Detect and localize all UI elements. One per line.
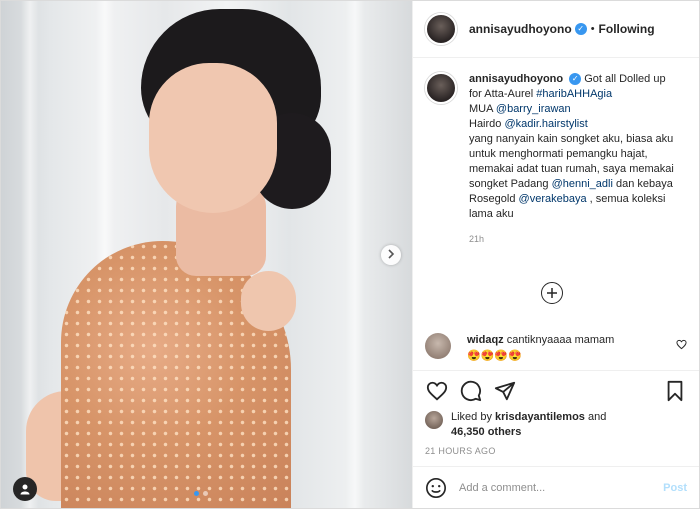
heart-icon bbox=[426, 381, 448, 400]
post-modal: annisayudhoyono ✓ • Following annisayudh… bbox=[0, 0, 700, 509]
post-header: annisayudhoyono ✓ • Following bbox=[413, 1, 699, 58]
following-button[interactable]: Following bbox=[599, 22, 655, 36]
verified-badge-icon: ✓ bbox=[569, 73, 582, 86]
mention-link[interactable]: @barry_irawan bbox=[496, 103, 571, 115]
user-tag-button[interactable] bbox=[13, 477, 37, 501]
post-comment-button[interactable]: Post bbox=[663, 482, 687, 494]
paper-plane-icon bbox=[494, 381, 516, 400]
next-photo-button[interactable] bbox=[381, 245, 401, 265]
emoji-button[interactable] bbox=[425, 477, 447, 499]
chevron-right-icon bbox=[388, 249, 395, 259]
post-timestamp: 21 HOURS AGO bbox=[425, 446, 496, 456]
save-button[interactable] bbox=[663, 379, 687, 403]
mention-link[interactable]: @henni_adli bbox=[552, 178, 613, 190]
header-username[interactable]: annisayudhoyono bbox=[469, 22, 572, 36]
likes-count[interactable]: 46,350 others bbox=[451, 426, 521, 438]
liker-username[interactable]: krisdayantilemos bbox=[495, 411, 585, 423]
add-comment-input[interactable] bbox=[459, 481, 664, 494]
comment-item: widaqz cantiknyaaaa mamam 😍😍😍😍 bbox=[425, 333, 687, 363]
commenter-avatar[interactable] bbox=[425, 333, 451, 359]
post-photo[interactable] bbox=[1, 1, 412, 508]
mention-link[interactable]: @verakebaya bbox=[519, 193, 587, 205]
caption-time: 21h bbox=[469, 234, 485, 244]
photo-face bbox=[149, 63, 277, 213]
avatar[interactable] bbox=[425, 13, 457, 45]
add-comment-bar: Post bbox=[413, 466, 699, 508]
mention-link[interactable]: @kadir.hairstylist bbox=[504, 118, 587, 130]
comments-area: annisayudhoyono ✓ Got all Dolled up for … bbox=[413, 58, 699, 370]
caption-avatar[interactable] bbox=[425, 72, 457, 104]
smiley-icon bbox=[426, 477, 446, 498]
comment-text: cantiknyaaaa mamam bbox=[506, 334, 615, 346]
carousel-dot bbox=[194, 491, 199, 496]
carousel-dot bbox=[203, 491, 208, 496]
plus-circle-icon bbox=[547, 288, 557, 298]
like-button[interactable] bbox=[425, 379, 449, 403]
carousel-indicator bbox=[194, 491, 208, 496]
post-side-panel: annisayudhoyono ✓ • Following annisayudh… bbox=[412, 1, 699, 508]
action-bar bbox=[413, 370, 699, 410]
like-comment-heart-icon[interactable] bbox=[676, 339, 687, 350]
separator-dot: • bbox=[590, 23, 595, 35]
comment-emojis: 😍😍😍😍 bbox=[467, 350, 522, 362]
commenter-username[interactable]: widaqz bbox=[467, 334, 504, 346]
caption: annisayudhoyono ✓ Got all Dolled up for … bbox=[425, 72, 687, 222]
verified-badge-icon: ✓ bbox=[574, 23, 587, 35]
hashtag-link[interactable]: #haribAHHAgia bbox=[536, 88, 612, 100]
caption-text: annisayudhoyono ✓ Got all Dolled up for … bbox=[469, 73, 674, 220]
comment-button[interactable] bbox=[459, 379, 483, 403]
comment-bubble-icon bbox=[460, 380, 482, 401]
bookmark-icon bbox=[667, 380, 683, 401]
user-tag-icon bbox=[20, 484, 30, 495]
load-more-comments-button[interactable] bbox=[541, 282, 563, 304]
share-button[interactable] bbox=[493, 379, 517, 403]
liker-avatar[interactable] bbox=[425, 411, 443, 429]
likes-summary: Liked by krisdayantilemos and 46,350 oth… bbox=[413, 410, 699, 440]
caption-username[interactable]: annisayudhoyono bbox=[469, 73, 563, 85]
